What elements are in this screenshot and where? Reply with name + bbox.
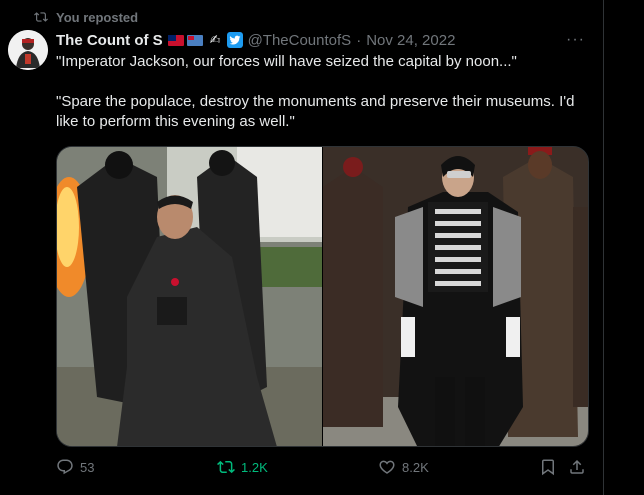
tweet-date[interactable]: Nov 24, 2022 bbox=[366, 32, 455, 49]
repost-icon bbox=[217, 460, 235, 474]
writing-hand-icon: ✍ bbox=[209, 32, 221, 47]
display-name[interactable]: The Count of S bbox=[56, 32, 163, 49]
repost-indicator: You reposted bbox=[34, 8, 138, 26]
share-icon bbox=[570, 459, 584, 474]
flag-icon bbox=[186, 34, 203, 46]
tweet-header: The Count of S ✍ @TheCountofS · Nov 24, … bbox=[56, 30, 594, 50]
share-button[interactable] bbox=[568, 458, 586, 476]
repost-icon bbox=[34, 12, 48, 22]
repost-label: You reposted bbox=[56, 9, 139, 25]
tweet-paragraph: "Spare the populace, destroy the monumen… bbox=[56, 93, 575, 130]
more-icon[interactable]: ··· bbox=[566, 31, 585, 49]
tweet-media[interactable] bbox=[56, 146, 589, 447]
avatar[interactable] bbox=[8, 30, 48, 70]
column-divider bbox=[603, 0, 604, 495]
tweet-text: "Imperator Jackson, our forces will have… bbox=[56, 52, 596, 152]
flag-icon bbox=[167, 34, 184, 46]
name-emojis: ✍ bbox=[167, 32, 243, 48]
media-image-right[interactable] bbox=[323, 147, 588, 446]
tweet-paragraph: "Imperator Jackson, our forces will have… bbox=[56, 53, 517, 70]
bookmark-button[interactable] bbox=[539, 458, 557, 476]
heart-icon bbox=[379, 460, 395, 474]
media-image-left[interactable] bbox=[57, 147, 322, 446]
header-separator: · bbox=[356, 31, 362, 49]
reply-button[interactable]: 53 bbox=[56, 458, 94, 476]
like-count: 8.2K bbox=[402, 459, 429, 475]
repost-count: 1.2K bbox=[241, 459, 268, 475]
twitter-bird-icon bbox=[226, 32, 243, 48]
reply-icon bbox=[57, 459, 73, 475]
user-handle[interactable]: @TheCountofS bbox=[248, 32, 352, 49]
repost-button[interactable]: 1.2K bbox=[217, 458, 268, 476]
tweet-actions: 53 1.2K 8.2K bbox=[56, 458, 589, 478]
like-button[interactable]: 8.2K bbox=[378, 458, 429, 476]
reply-count: 53 bbox=[80, 459, 95, 475]
bookmark-icon bbox=[542, 459, 554, 476]
